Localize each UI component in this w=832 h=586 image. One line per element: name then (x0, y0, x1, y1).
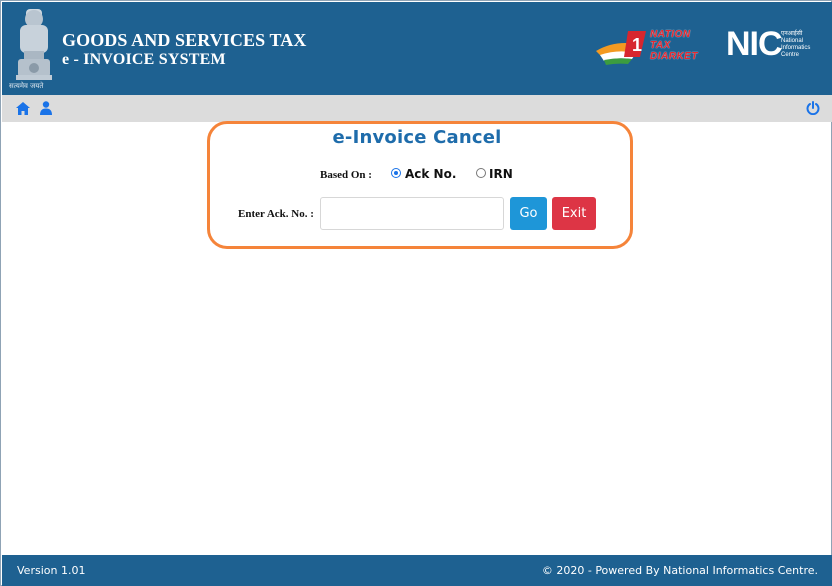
nic-logo: NIC (726, 25, 783, 63)
ack-no-input[interactable] (320, 197, 504, 230)
nation-tax-logo-text: NATION TAX DIARKET (650, 29, 698, 62)
radio-ack-no-label[interactable]: Ack No. (405, 167, 456, 181)
exit-button[interactable]: Exit (552, 197, 596, 230)
home-icon[interactable] (16, 102, 30, 115)
svg-text:1: 1 (632, 35, 642, 55)
radio-irn-label[interactable]: IRN (489, 167, 513, 181)
national-emblem-icon (16, 9, 52, 80)
nic-logo-subtitle: एनआईसी National Informatics Centre (781, 31, 811, 58)
version-text: Version 1.01 (17, 564, 86, 577)
header-banner: सत्यमेव जयते GOODS AND SERVICES TAX e - … (2, 2, 832, 95)
based-on-label: Based On : (320, 169, 372, 181)
radio-ack-no[interactable] (391, 168, 401, 178)
footer-bar: Version 1.01 © 2020 - Powered By Nationa… (2, 555, 832, 586)
title-line-einvoice: e - INVOICE SYSTEM (62, 51, 226, 68)
site-title: GOODS AND SERVICES TAX e - INVOICE SYSTE… (62, 30, 306, 70)
page-title: e-Invoice Cancel (332, 127, 502, 148)
top-navbar (2, 95, 832, 122)
copyright-text: © 2020 - Powered By National Informatics… (541, 564, 818, 577)
radio-irn[interactable] (476, 168, 486, 178)
go-button[interactable]: Go (510, 197, 547, 230)
user-icon[interactable] (40, 101, 52, 115)
ack-no-label: Enter Ack. No. : (238, 208, 314, 220)
emblem-caption: सत्यमेव जयते (9, 82, 44, 90)
title-line-gst: GOODS AND SERVICES TAX (62, 30, 307, 50)
power-icon[interactable] (806, 101, 820, 115)
app-window: सत्यमेव जयते GOODS AND SERVICES TAX e - … (0, 0, 832, 586)
